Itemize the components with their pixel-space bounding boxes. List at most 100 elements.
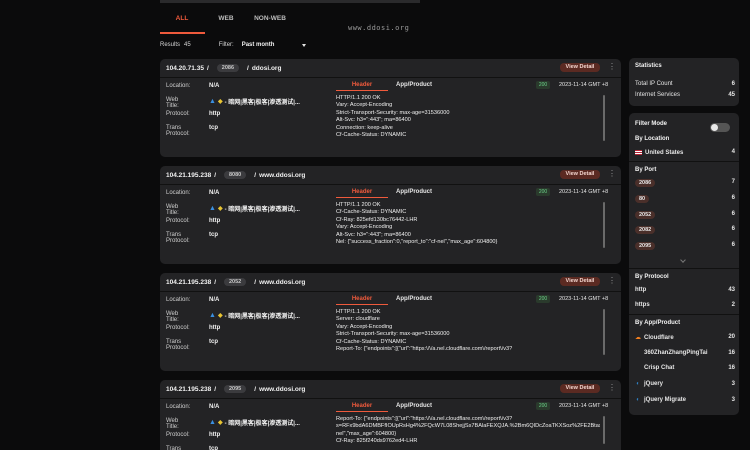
header-scrollbar[interactable] bbox=[603, 309, 605, 355]
trans-protocol-label: Trans Protocol: bbox=[166, 339, 190, 351]
filter-mode-toggle[interactable] bbox=[710, 123, 730, 132]
location-label: Location: bbox=[166, 404, 191, 410]
by-app-title: By App/Product bbox=[635, 320, 681, 326]
filter-item-app[interactable]: Crisp Chat 16 bbox=[635, 365, 735, 371]
filter-item-label: jQuery Migrate bbox=[644, 397, 687, 403]
chevron-down-icon[interactable] bbox=[680, 257, 686, 263]
tab-all[interactable]: ALL bbox=[160, 12, 204, 34]
filter-item-protocol[interactable]: https 2 bbox=[635, 302, 735, 308]
time-filter-select[interactable]: Past month bbox=[242, 42, 307, 48]
tab-app-product[interactable]: App/Product bbox=[388, 296, 440, 302]
tab-app-product[interactable]: App/Product bbox=[388, 189, 440, 195]
web-title-value[interactable]: - 暗网|黑客|极客|渗透测试|... bbox=[225, 418, 300, 427]
port-badge[interactable]: 2052 bbox=[224, 278, 247, 286]
domain-link[interactable]: www.ddosi.org bbox=[259, 172, 305, 179]
filter-item-port[interactable]: 2086 7 bbox=[635, 179, 735, 187]
domain-link[interactable]: www.ddosi.org bbox=[259, 279, 305, 286]
filter-item-app[interactable]: ☁ Cloudflare 20 bbox=[635, 334, 735, 341]
trans-protocol-value: tcp bbox=[209, 339, 218, 345]
ip-address[interactable]: 104.21.195.238 bbox=[166, 279, 211, 286]
domain-link[interactable]: ddosi.org bbox=[252, 65, 282, 72]
header-line: s=RFx9bdA6DMBFfIOUpRsHg4%2FQcW7L08ShejjS… bbox=[336, 423, 600, 430]
filter-item-port[interactable]: 2095 6 bbox=[635, 242, 735, 250]
more-options-icon[interactable]: ⋮ bbox=[608, 277, 616, 285]
more-options-icon[interactable]: ⋮ bbox=[608, 384, 616, 392]
view-detail-button[interactable]: View Detail bbox=[560, 277, 600, 286]
tab-header[interactable]: Header bbox=[336, 189, 388, 195]
filter-item-port[interactable]: 80 6 bbox=[635, 195, 735, 203]
protocol-label: Protocol: bbox=[166, 432, 190, 438]
jquery-icon: ◐ bbox=[636, 381, 640, 387]
by-location-title: By Location bbox=[635, 136, 670, 142]
filter-item-count: 6 bbox=[731, 226, 735, 232]
web-title-value[interactable]: - 暗网|黑客|极客|渗透测试|... bbox=[225, 97, 300, 106]
filter-item-app[interactable]: ◐ jQuery Migrate 3 bbox=[635, 397, 735, 403]
http-header-text[interactable]: HTTP/1.1 200 OK Vary: Accept-Encoding St… bbox=[336, 95, 600, 153]
results-count: 45 bbox=[184, 42, 191, 48]
result-card: 104.20.71.35/ 2086/ ddosi.org View Detai… bbox=[160, 59, 621, 157]
protocol-value: http bbox=[209, 111, 221, 117]
site-badge-icon: ◆ bbox=[217, 420, 223, 426]
header-scrollbar[interactable] bbox=[603, 416, 605, 444]
stat-value: 6 bbox=[731, 81, 735, 87]
filter-panel: Filter Mode By Location United States 4 … bbox=[629, 113, 739, 415]
result-card: 104.21.195.238/ 2095/ www.ddosi.org View… bbox=[160, 380, 621, 450]
header-line: Server: cloudflare bbox=[336, 316, 380, 323]
filter-item-count: 16 bbox=[728, 350, 735, 356]
header-scrollbar[interactable] bbox=[603, 95, 605, 141]
filter-item-label: 80 bbox=[635, 195, 650, 203]
tab-app-product[interactable]: App/Product bbox=[388, 403, 440, 409]
filter-item-count: 3 bbox=[731, 397, 735, 403]
statistics-title: Statistics bbox=[635, 63, 662, 69]
port-badge[interactable]: 2086 bbox=[216, 64, 240, 72]
view-detail-button[interactable]: View Detail bbox=[560, 384, 600, 393]
protocol-value: http bbox=[209, 432, 221, 438]
http-header-text[interactable]: HTTP/1.1 200 OK Server: cloudflare Vary:… bbox=[336, 309, 600, 367]
time-filter-value: Past month bbox=[241, 42, 275, 48]
header-scrollbar[interactable] bbox=[603, 202, 605, 248]
header-line: HTTP/1.1 200 OK bbox=[336, 202, 381, 208]
filter-item-port[interactable]: 2082 6 bbox=[635, 226, 735, 234]
filter-item-label: United States bbox=[645, 150, 684, 156]
protocol-label: Protocol: bbox=[166, 111, 190, 117]
filter-item-location[interactable]: United States 4 bbox=[635, 149, 735, 156]
domain-link[interactable]: www.ddosi.org bbox=[259, 386, 305, 393]
http-header-text[interactable]: Report-To: {"endpoints":[{"url":"https:\… bbox=[336, 416, 600, 450]
more-options-icon[interactable]: ⋮ bbox=[608, 63, 616, 71]
header-line: HTTP/1.1 200 OK bbox=[336, 309, 381, 315]
status-badge: 200 bbox=[536, 81, 550, 89]
web-title-value[interactable]: - 暗网|黑客|极客|渗透测试|... bbox=[225, 204, 300, 213]
tab-header[interactable]: Header bbox=[336, 82, 388, 88]
tab-web[interactable]: WEB bbox=[204, 12, 248, 34]
filter-item-count: 6 bbox=[731, 211, 735, 217]
ip-address[interactable]: 104.20.71.35 bbox=[166, 65, 204, 72]
divider bbox=[629, 314, 739, 315]
header-line: Strict-Transport-Security: max-age=31536… bbox=[336, 331, 450, 338]
header-line: Alt-Svc: h3=":443"; ma=86400 bbox=[336, 117, 411, 124]
trans-protocol-value: tcp bbox=[209, 446, 218, 450]
filter-label: Filter: bbox=[218, 42, 234, 48]
filter-item-protocol[interactable]: http 43 bbox=[635, 287, 735, 293]
tab-non-web[interactable]: NON-WEB bbox=[248, 12, 292, 34]
filter-item-app[interactable]: 360ZhanZhangPingTai 16 bbox=[635, 350, 735, 356]
chevron-down-icon bbox=[302, 43, 307, 47]
ip-address[interactable]: 104.21.195.238 bbox=[166, 172, 211, 179]
view-detail-button[interactable]: View Detail bbox=[560, 170, 600, 179]
port-badge[interactable]: 2095 bbox=[224, 385, 247, 393]
location-label: Location: bbox=[166, 190, 191, 196]
detail-tabs: Header App/Product bbox=[336, 189, 440, 195]
ip-address[interactable]: 104.21.195.238 bbox=[166, 386, 211, 393]
filter-item-port[interactable]: 2052 6 bbox=[635, 211, 735, 219]
tab-header[interactable]: Header bbox=[336, 403, 388, 409]
detail-tab-indicator bbox=[336, 304, 388, 305]
web-title-value[interactable]: - 暗网|黑客|极客|渗透测试|... bbox=[225, 311, 300, 320]
tab-header[interactable]: Header bbox=[336, 296, 388, 302]
more-options-icon[interactable]: ⋮ bbox=[608, 170, 616, 178]
filter-item-label: http bbox=[635, 287, 647, 293]
http-header-text[interactable]: HTTP/1.1 200 OK Cf-Cache-Status: DYNAMIC… bbox=[336, 202, 600, 260]
port-badge[interactable]: 8080 bbox=[224, 171, 247, 179]
header-line: Cf-Ray: 825f240ds9762ed4-LHR bbox=[336, 438, 418, 445]
view-detail-button[interactable]: View Detail bbox=[560, 63, 600, 72]
tab-app-product[interactable]: App/Product bbox=[388, 82, 440, 88]
filter-item-app[interactable]: ◐ jQuery 3 bbox=[635, 381, 735, 387]
